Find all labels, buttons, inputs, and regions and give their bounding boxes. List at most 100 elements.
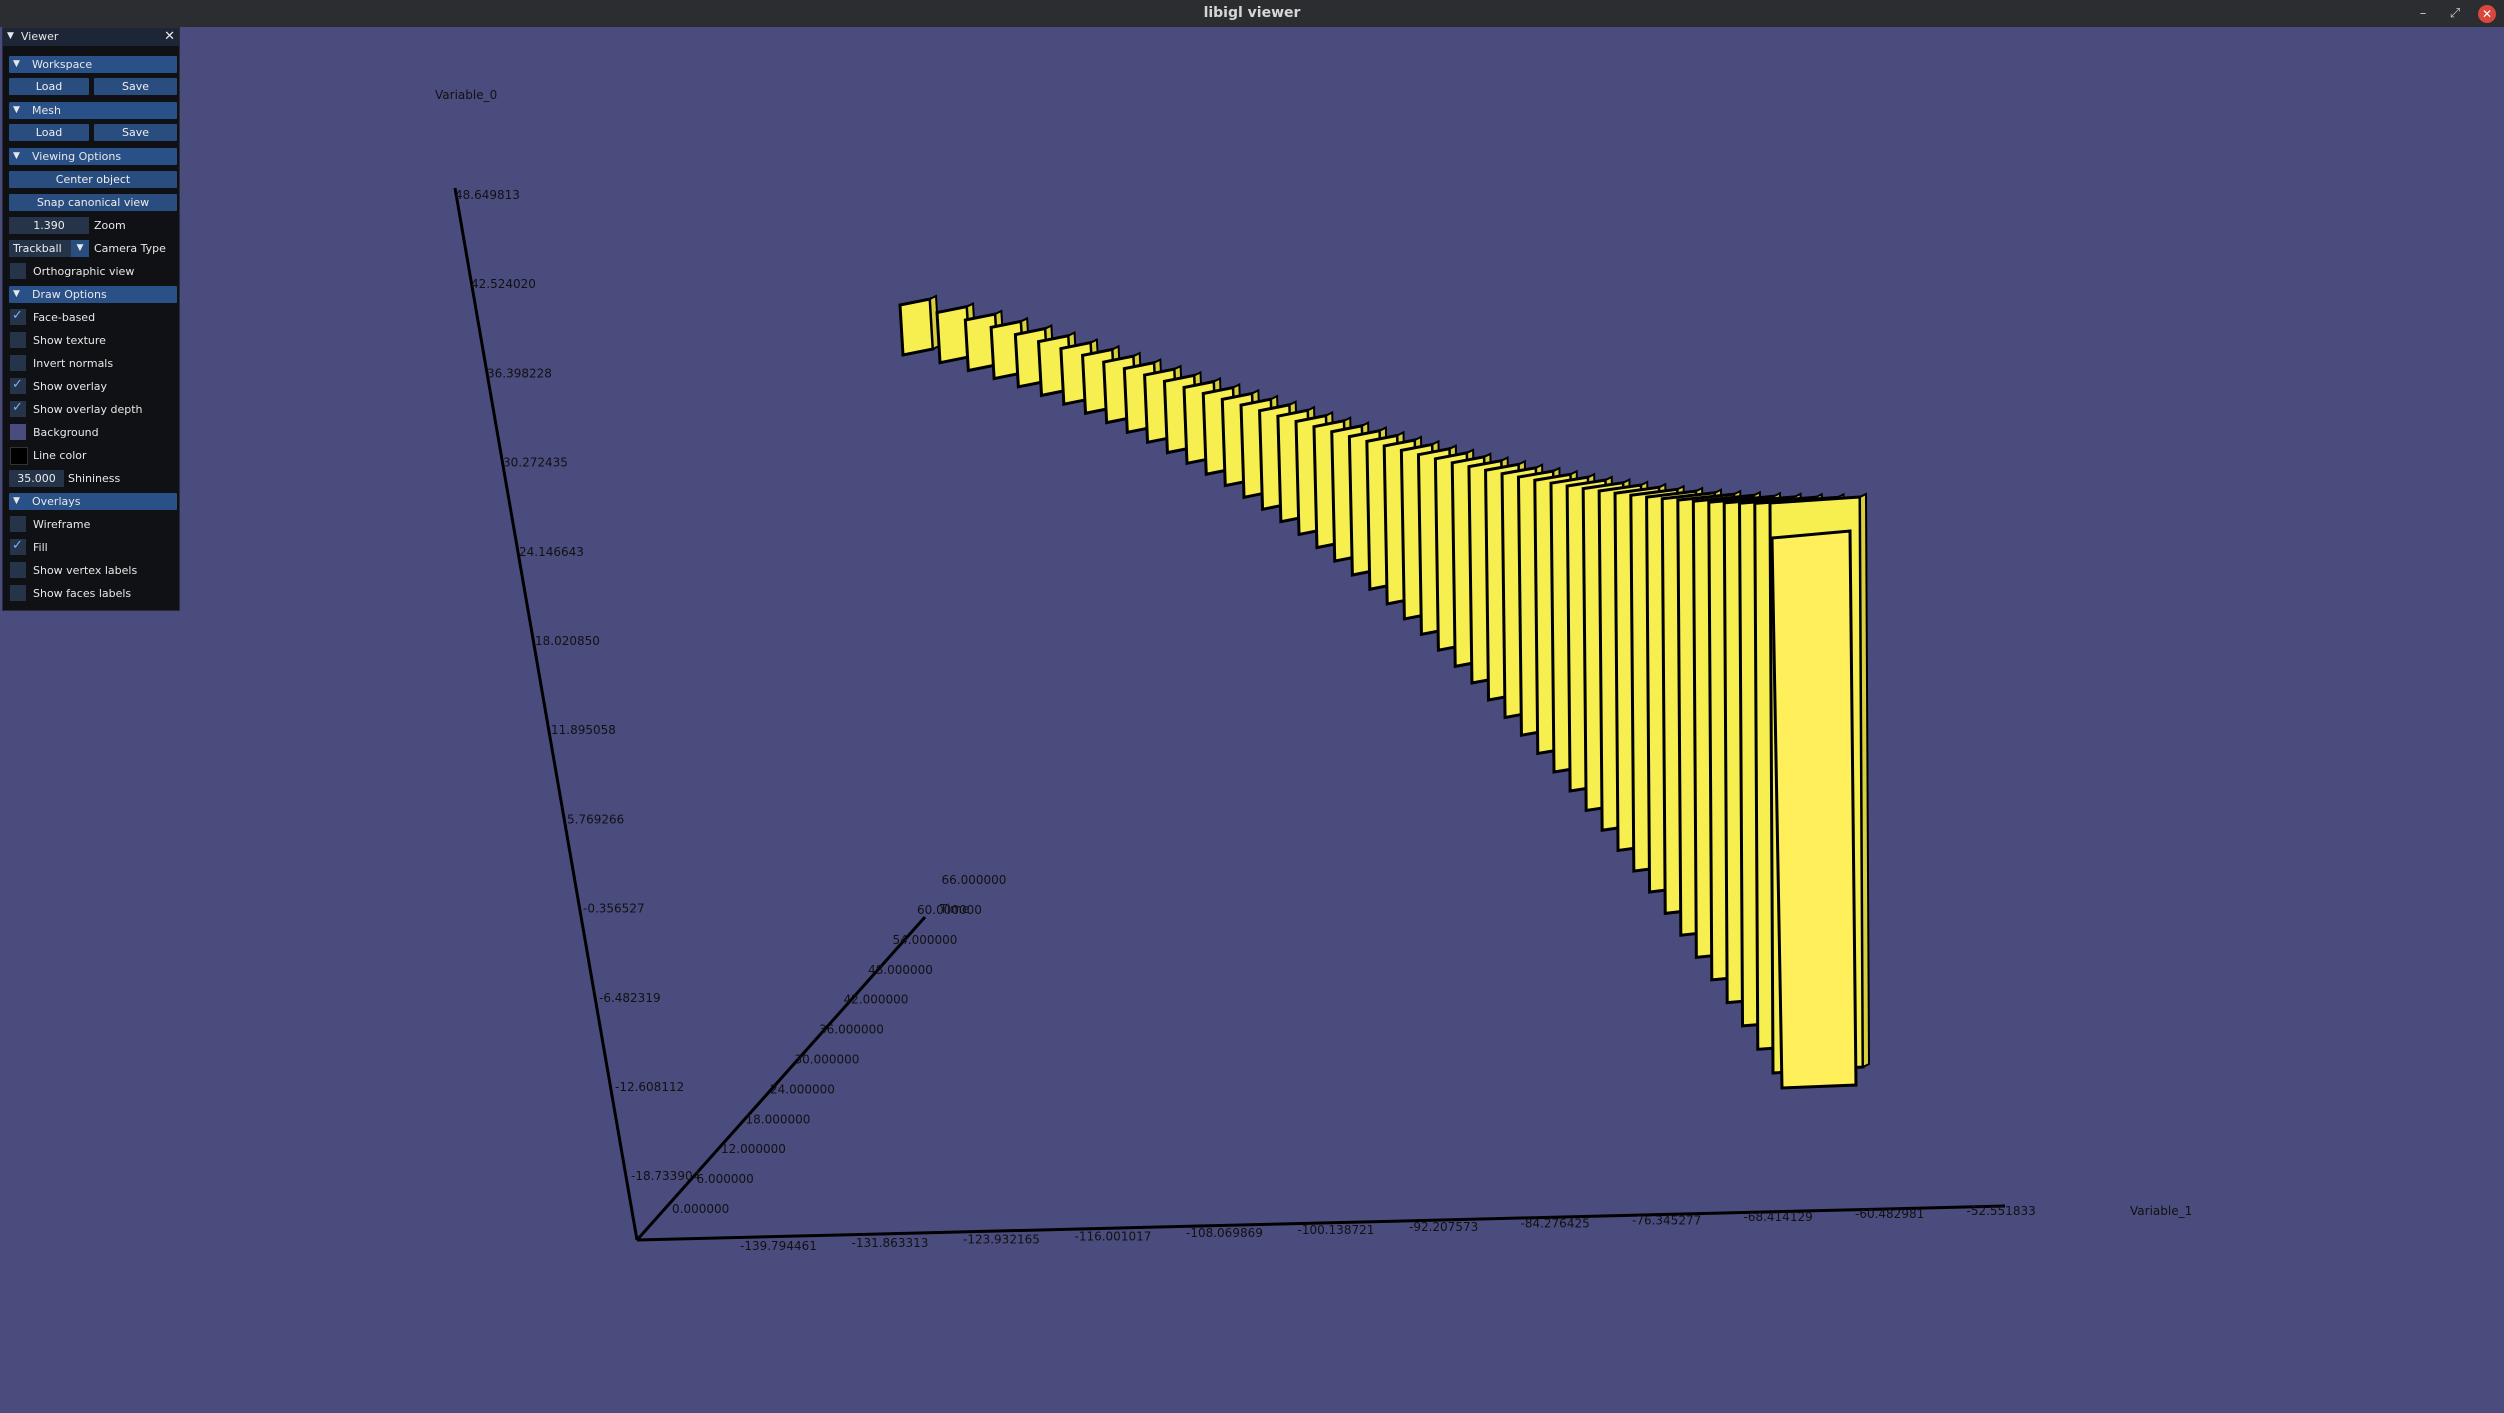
z-tick-label: 6.000000 — [697, 1172, 754, 1186]
z-tick-label: 66.000000 — [942, 873, 1007, 887]
draw-options-label: Draw Options — [32, 288, 107, 301]
workspace-save-button[interactable]: Save — [94, 78, 177, 95]
viewer-panel: ▼ Viewer ✕ ▼ Workspace Load Save ▼ Mesh … — [2, 27, 180, 611]
show-vertex-labels-checkbox[interactable] — [10, 562, 26, 578]
z-tick-label: 18.000000 — [746, 1112, 811, 1126]
x-tick-label: -116.001017 — [1075, 1229, 1152, 1243]
window-title: libigl viewer — [1203, 5, 1301, 21]
y-tick-label: 11.895058 — [551, 723, 616, 737]
fill-checkbox[interactable]: ✓ — [10, 538, 26, 555]
y-tick-label: -0.356527 — [583, 902, 645, 916]
face-based-label: Face-based — [33, 311, 96, 324]
maximize-icon[interactable]: ⤢ — [2446, 5, 2464, 23]
show-texture-checkbox[interactable] — [10, 332, 26, 348]
y-tick-label: 36.398228 — [487, 366, 552, 380]
expand-arrow-icon: ▼ — [13, 496, 20, 506]
fill-label: Fill — [33, 541, 48, 554]
shininess-label: Shininess — [68, 472, 121, 485]
invert-normals-label: Invert normals — [33, 357, 114, 370]
x-tick-label: -139.794461 — [740, 1239, 817, 1253]
mesh-front-slab — [1770, 529, 1858, 1090]
camera-type-select[interactable]: Trackball — [9, 240, 73, 257]
y-axis-line — [453, 187, 639, 1241]
snap-canonical-view-button[interactable]: Snap canonical view — [9, 194, 177, 211]
close-panel-icon[interactable]: ✕ — [164, 29, 175, 44]
x-tick-label: -92.207573 — [1409, 1220, 1478, 1234]
y-tick-label: -18.733904 — [631, 1169, 700, 1183]
show-overlay-checkbox[interactable]: ✓ — [10, 377, 26, 394]
minimize-icon[interactable]: – — [2414, 5, 2432, 23]
workspace-load-button[interactable]: Load — [9, 78, 89, 95]
camera-type-label: Camera Type — [94, 242, 166, 255]
y-tick-label: 18.020850 — [535, 634, 600, 648]
collapse-arrow-icon[interactable]: ▼ — [7, 31, 14, 41]
wireframe-checkbox[interactable] — [10, 516, 26, 532]
mesh-group — [898, 294, 1871, 1090]
zoom-input[interactable]: 1.390 — [9, 217, 89, 234]
z-tick-label: 60.000000 — [917, 903, 982, 917]
scene-canvas[interactable]: Variable_0Variable_1Time48.64981342.5240… — [0, 27, 2504, 1413]
mesh-header-label: Mesh — [32, 104, 61, 117]
z-tick-label: 54.000000 — [893, 933, 958, 947]
orthographic-view-label: Orthographic view — [33, 265, 135, 278]
3d-viewport[interactable]: Variable_0 Variable_1 Time 48.649813 42.5240… — [0, 27, 2504, 1413]
show-faces-labels-label: Show faces labels — [33, 587, 132, 600]
checkmark-icon: ✓ — [12, 308, 23, 323]
y-tick-label: 48.649813 — [455, 188, 520, 202]
y-tick-label: -12.608112 — [615, 1080, 684, 1094]
show-overlay-label: Show overlay — [33, 380, 108, 393]
y-tick-label: 42.524020 — [471, 277, 536, 291]
draw-options-header[interactable]: ▼ Draw Options — [9, 286, 177, 303]
x-tick-label: -76.345277 — [1632, 1213, 1701, 1227]
expand-arrow-icon: ▼ — [13, 151, 20, 161]
mesh-slab — [898, 297, 935, 357]
checkmark-icon: ✓ — [12, 538, 23, 553]
window-titlebar: libigl viewer – ⤢ ✕ — [0, 0, 2504, 27]
z-tick-label: 12.000000 — [721, 1142, 786, 1156]
viewing-options-label: Viewing Options — [32, 150, 122, 163]
center-object-button[interactable]: Center object — [9, 171, 177, 188]
expand-arrow-icon: ▼ — [13, 105, 20, 115]
z-tick-label: 36.000000 — [819, 1023, 884, 1037]
z-tick-label: 0.000000 — [672, 1202, 729, 1216]
expand-arrow-icon: ▼ — [13, 59, 20, 69]
y-tick-label: 30.272435 — [503, 456, 568, 470]
background-label: Background — [33, 426, 99, 439]
z-tick-label: 24.000000 — [770, 1082, 835, 1096]
expand-arrow-icon: ▼ — [13, 289, 20, 299]
show-overlay-depth-checkbox[interactable]: ✓ — [10, 400, 26, 417]
line-color-label: Line color — [33, 449, 87, 462]
z-tick-label: 42.000000 — [844, 993, 909, 1007]
workspace-header[interactable]: ▼ Workspace — [9, 56, 177, 73]
zoom-label: Zoom — [94, 219, 126, 232]
face-based-checkbox[interactable]: ✓ — [10, 308, 26, 325]
mesh-header[interactable]: ▼ Mesh — [9, 102, 177, 119]
y-tick-label: -6.482319 — [599, 991, 661, 1005]
close-icon[interactable]: ✕ — [2478, 5, 2496, 23]
x-tick-label: -68.414129 — [1744, 1210, 1813, 1224]
x-tick-label: -100.138721 — [1298, 1223, 1375, 1237]
overlays-label: Overlays — [32, 495, 81, 508]
show-overlay-depth-label: Show overlay depth — [33, 403, 143, 416]
show-texture-label: Show texture — [33, 334, 106, 347]
z-tick-label: 30.000000 — [795, 1053, 860, 1067]
background-color-swatch[interactable] — [10, 424, 26, 440]
x-tick-label: -84.276425 — [1521, 1217, 1590, 1231]
mesh-save-button[interactable]: Save — [94, 124, 177, 141]
workspace-header-label: Workspace — [32, 58, 93, 71]
shininess-input[interactable]: 35.000 — [9, 470, 64, 487]
z-tick-label: 48.000000 — [868, 963, 933, 977]
mesh-load-button[interactable]: Load — [9, 124, 89, 141]
viewing-options-header[interactable]: ▼ Viewing Options — [9, 148, 177, 165]
wireframe-label: Wireframe — [33, 518, 91, 531]
line-color-swatch[interactable] — [10, 447, 28, 465]
x-tick-label: -131.863313 — [852, 1236, 929, 1250]
checkmark-icon: ✓ — [12, 377, 23, 392]
y-tick-label: 24.146643 — [519, 545, 584, 559]
orthographic-view-checkbox[interactable] — [10, 263, 26, 279]
invert-normals-checkbox[interactable] — [10, 355, 26, 371]
show-faces-labels-checkbox[interactable] — [10, 585, 26, 601]
panel-titlebar[interactable]: ▼ Viewer ✕ — [3, 28, 179, 46]
overlays-header[interactable]: ▼ Overlays — [9, 493, 177, 510]
chevron-down-icon[interactable]: ▼ — [71, 240, 89, 257]
